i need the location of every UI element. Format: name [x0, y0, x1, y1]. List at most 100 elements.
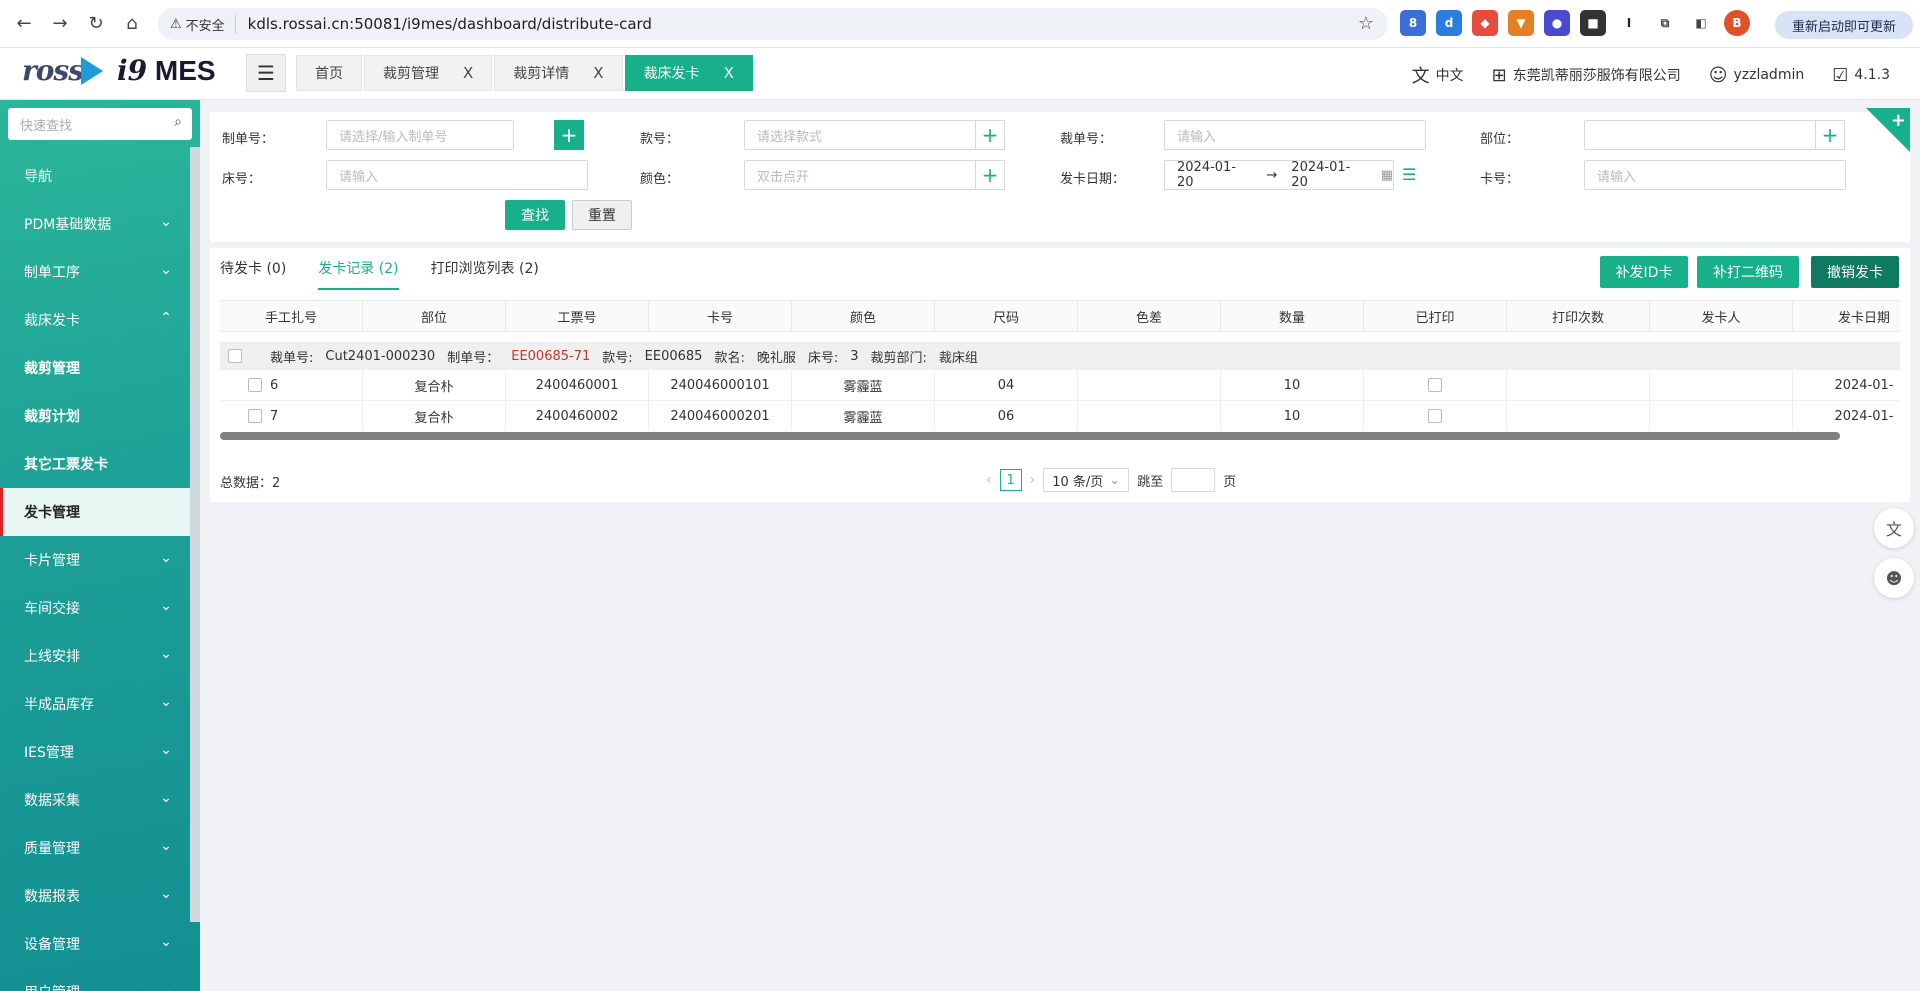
plus-icon[interactable]: +	[1891, 110, 1906, 131]
sidebar-item[interactable]: 裁剪计划	[0, 392, 190, 440]
jump-page-input[interactable]	[1171, 468, 1216, 492]
sidebar-item[interactable]: PDM基础数据 ⌄	[0, 200, 190, 248]
address-bar[interactable]: ⚠ 不安全 kdls.rossai.cn:50081/i9mes/dashboa…	[158, 8, 1388, 40]
fox-extension-icon[interactable]: ▼	[1508, 10, 1534, 36]
language-switch[interactable]: 文 中文	[1412, 62, 1464, 88]
prev-page-icon[interactable]: ‹	[986, 472, 992, 488]
back-icon[interactable]: ←	[8, 8, 40, 40]
sidebar-scrollbar[interactable]	[190, 147, 200, 922]
cancel-issue-button[interactable]: 撤销发卡	[1811, 256, 1899, 288]
extension-icon[interactable]: d	[1436, 10, 1462, 36]
table-row[interactable]: 6 复合朴 2400460001 240046000101 雾霾蓝 04 10 2024-01…	[220, 370, 1900, 401]
issue-date-range[interactable]: 2024-01-20 → 2024-01-20 ▦	[1164, 160, 1394, 190]
style-no-add-icon[interactable]: +	[975, 120, 1005, 150]
card-no-input[interactable]: 请输入	[1584, 160, 1846, 190]
menu-toggle-icon[interactable]: ☰	[246, 54, 286, 92]
sidebar-item[interactable]: 卡片管理 ⌄	[0, 536, 190, 584]
version-info[interactable]: ☑ 4.1.3	[1832, 65, 1890, 86]
row-checkbox[interactable]	[248, 409, 262, 423]
sidebar-item[interactable]: 裁剪管理	[0, 344, 190, 392]
sidebar-item[interactable]: 其它工票发卡	[0, 440, 190, 488]
column-header[interactable]: 发卡人	[1650, 301, 1793, 331]
column-header[interactable]: 数量	[1221, 301, 1364, 331]
record-tab[interactable]: 待发卡 (0)	[220, 258, 286, 290]
printed-checkbox[interactable]	[1428, 378, 1442, 392]
sidebar-item[interactable]: 裁床发卡 ⌃	[0, 296, 190, 344]
column-header[interactable]: 部位	[363, 301, 506, 331]
color-input[interactable]: 双击点开	[744, 160, 976, 190]
cut-no-input[interactable]: 请输入	[1164, 120, 1426, 150]
close-icon[interactable]: X	[724, 64, 734, 82]
column-header[interactable]: 色差	[1078, 301, 1221, 331]
close-icon[interactable]: X	[593, 64, 603, 82]
sidebar-item[interactable]: 发卡管理	[0, 488, 190, 536]
tab-item[interactable]: 裁剪详情 X	[494, 55, 623, 91]
sidebar-item[interactable]: 车间交接 ⌄	[0, 584, 190, 632]
company-selector[interactable]: ⊞ 东莞凯蒂丽莎服饰有限公司	[1492, 65, 1681, 86]
part-add-icon[interactable]: +	[1815, 120, 1845, 150]
printed-checkbox[interactable]	[1428, 409, 1442, 423]
insecure-indicator[interactable]: ⚠ 不安全	[170, 14, 236, 34]
sidebar-item[interactable]: 导航	[0, 152, 190, 200]
order-no-input[interactable]: 请选择/输入制单号	[326, 120, 514, 150]
part-input[interactable]	[1584, 120, 1816, 150]
sidebar-item[interactable]: 用户管理⌄	[0, 968, 190, 991]
order-no-link[interactable]: EE00685-71	[511, 349, 590, 364]
page-size-select[interactable]: 10 条/页 ⌄	[1043, 468, 1130, 492]
page-number[interactable]: 1	[999, 469, 1022, 491]
url-text[interactable]: kdls.rossai.cn:50081/i9mes/dashboard/dis…	[248, 15, 652, 33]
sidebar-item[interactable]: 半成品库存 ⌄	[0, 680, 190, 728]
avatar[interactable]: B	[1724, 10, 1750, 36]
column-header[interactable]: 尺码	[935, 301, 1078, 331]
extension-icon[interactable]: I	[1616, 10, 1642, 36]
reissue-id-card-button[interactable]: 补发ID卡	[1600, 256, 1688, 288]
sidebar-item[interactable]: 制单工序 ⌄	[0, 248, 190, 296]
column-header[interactable]: 发卡日期	[1793, 301, 1900, 331]
table-row[interactable]: 7 复合朴 2400460002 240046000201 雾霾蓝 06 10 2024-01…	[220, 401, 1900, 430]
record-tab[interactable]: 发卡记录 (2)	[318, 258, 399, 290]
search-button[interactable]: 查找	[505, 200, 565, 230]
tab-item[interactable]: 裁剪管理 X	[364, 55, 493, 91]
home-icon[interactable]: ⌂	[116, 8, 148, 40]
user-menu[interactable]: ☺ yzzladmin	[1709, 65, 1805, 86]
sidebar-item[interactable]: 设备管理 ⌄	[0, 920, 190, 968]
sidebar-item[interactable]: 数据采集 ⌄	[0, 776, 190, 824]
group-checkbox[interactable]	[228, 349, 242, 363]
extension-icon[interactable]: ■	[1580, 10, 1606, 36]
extension-icon[interactable]: 8	[1400, 10, 1426, 36]
sidebar-item[interactable]: 数据报表 ⌄	[0, 872, 190, 920]
update-button[interactable]: 重新启动即可更新	[1775, 11, 1913, 39]
sidebar-item[interactable]: 质量管理 ⌄	[0, 824, 190, 872]
list-icon[interactable]: ☰	[1402, 165, 1416, 184]
extension-icon[interactable]: ◆	[1472, 10, 1498, 36]
column-header[interactable]: 手工扎号	[220, 301, 363, 331]
sidebar-search-input[interactable]: 快速查找 ⌕	[8, 108, 192, 140]
reprint-qr-button[interactable]: 补打二维码	[1697, 256, 1799, 288]
column-header[interactable]: 颜色	[792, 301, 935, 331]
sidebar-item[interactable]: 上线安排 ⌄	[0, 632, 190, 680]
translate-float-icon[interactable]: 文	[1874, 508, 1914, 548]
forward-icon[interactable]: →	[44, 8, 76, 40]
sidepanel-icon[interactable]: ◧	[1688, 10, 1714, 36]
tab-item[interactable]: 裁床发卡 X	[624, 55, 753, 91]
search-icon[interactable]: ⌕	[174, 114, 182, 130]
next-page-icon[interactable]: ›	[1030, 472, 1036, 488]
assistant-float-icon[interactable]: ☻	[1874, 558, 1914, 598]
reset-button[interactable]: 重置	[572, 200, 632, 230]
column-header[interactable]: 工票号	[506, 301, 649, 331]
extension-icon[interactable]: ●	[1544, 10, 1570, 36]
bed-no-input[interactable]: 请输入	[326, 160, 588, 190]
close-icon[interactable]: X	[463, 64, 473, 82]
bookmark-star-icon[interactable]: ☆	[1358, 13, 1374, 34]
order-no-add-icon[interactable]: +	[554, 120, 584, 150]
record-tab[interactable]: 打印浏览列表 (2)	[431, 258, 539, 290]
puzzle-icon[interactable]: ⧉	[1652, 10, 1678, 36]
reload-icon[interactable]: ↻	[80, 8, 112, 40]
column-header[interactable]: 已打印	[1364, 301, 1507, 331]
row-checkbox[interactable]	[248, 378, 262, 392]
tab-item[interactable]: 首页	[296, 55, 362, 91]
column-header[interactable]: 卡号	[649, 301, 792, 331]
column-header[interactable]: 打印次数	[1507, 301, 1650, 331]
table-horizontal-scrollbar[interactable]	[220, 432, 1840, 440]
color-add-icon[interactable]: +	[975, 160, 1005, 190]
